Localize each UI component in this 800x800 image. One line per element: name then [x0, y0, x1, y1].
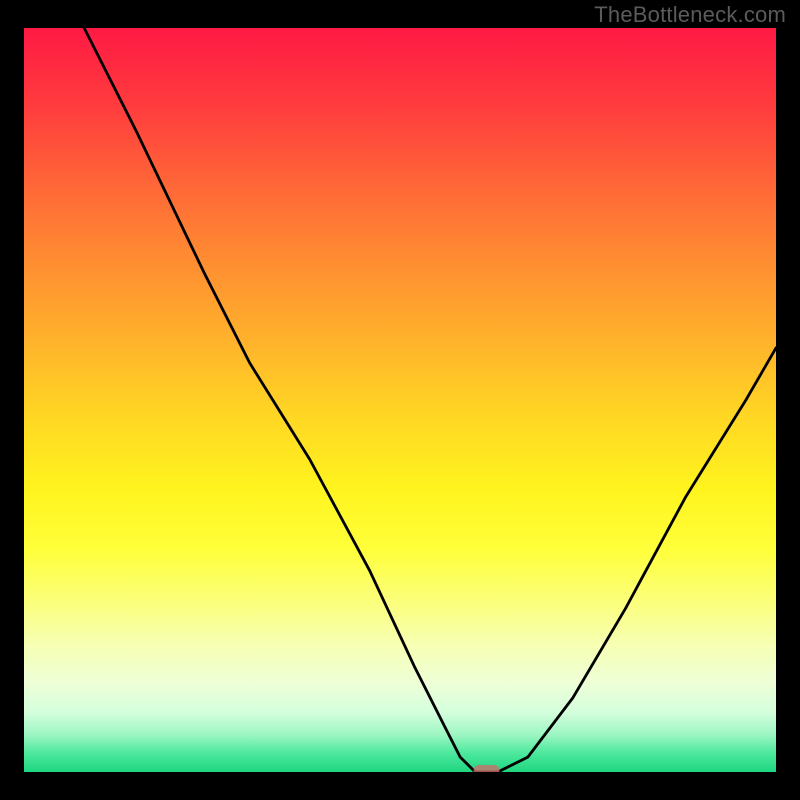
frame-right: [776, 0, 800, 800]
bottleneck-curve-path: [84, 28, 776, 772]
frame-left: [0, 0, 24, 800]
watermark-text: TheBottleneck.com: [594, 2, 786, 28]
chart-curve-layer: [24, 28, 776, 772]
frame-bottom: [0, 772, 800, 800]
optimal-point-marker: [474, 765, 500, 772]
bottleneck-chart: TheBottleneck.com: [0, 0, 800, 800]
